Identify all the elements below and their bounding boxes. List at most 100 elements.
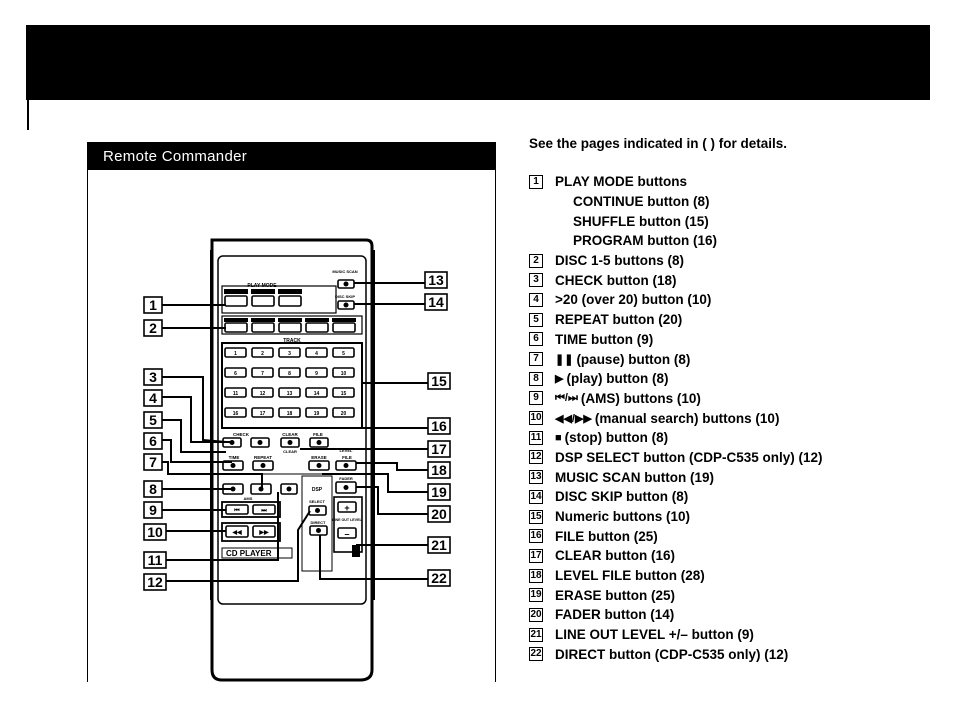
numeric-key-label: 16: [233, 411, 239, 417]
disc-4-button[interactable]: [305, 322, 329, 333]
numeric-key-label: 8: [288, 371, 291, 377]
music-scan-button-dot: [343, 281, 349, 287]
play-mode-program-button[interactable]: [278, 295, 302, 307]
play-mode-label-bar: [278, 289, 302, 294]
stop-icon: ■: [555, 431, 562, 444]
legend-number-box: 16: [529, 529, 543, 544]
clear-sub-label: CLEAR: [283, 449, 297, 454]
disc-2-button[interactable]: [251, 322, 275, 333]
legend-number-box: 5: [529, 312, 543, 327]
check-label: CHECK: [233, 432, 250, 437]
legend-text: PROGRAM button (16): [573, 233, 717, 249]
disc-skip-button-dot: [343, 302, 349, 308]
play-icon: ▶: [555, 373, 564, 386]
callout-number: 19: [431, 484, 447, 500]
callout-number: 8: [149, 481, 157, 497]
callout-number: 7: [149, 454, 157, 470]
time-label: TIME: [229, 455, 240, 460]
direct-label: DIRECT: [311, 520, 326, 525]
callout-number: 2: [149, 320, 157, 336]
legend-item: PROGRAM button (16): [529, 231, 823, 251]
legend-number-box: 2: [529, 253, 543, 268]
plus-label: +: [344, 503, 349, 513]
legend-text: FADER button (14): [555, 607, 675, 623]
numeric-key-label: 2: [261, 351, 264, 357]
numeric-key-label: 7: [261, 371, 264, 377]
cd-player-label: CD PLAYER: [226, 549, 272, 558]
numeric-key-label: 19: [314, 411, 320, 417]
legend-item: 11 ■ (stop) button (8): [529, 428, 823, 448]
legend-number-box: 3: [529, 273, 543, 288]
legend-text: (AMS) buttons (10): [580, 390, 701, 406]
callout-number: 22: [431, 570, 447, 586]
numeric-key-label: 1: [234, 351, 237, 357]
dsp-select-button-dot: [315, 508, 320, 513]
legend-item: 21 LINE OUT LEVEL +/– button (9): [529, 625, 823, 645]
callout-number: 10: [147, 524, 163, 540]
callout-number: 13: [428, 272, 444, 288]
disc-label-bar: [278, 318, 302, 322]
disc-5-button[interactable]: [332, 322, 356, 333]
pause-icon: ❚❚: [555, 353, 574, 366]
legend-number-box: 17: [529, 548, 543, 563]
disc-1-button[interactable]: [224, 322, 248, 333]
legend-number-box: 22: [529, 647, 543, 662]
clear-label: CLEAR: [282, 432, 298, 437]
disc-label-bar: [332, 318, 356, 322]
legend-item: 17 CLEAR button (16): [529, 546, 823, 566]
file-button-dot: [316, 440, 322, 445]
legend-text: TIME button (9): [555, 331, 654, 347]
minus-label: –: [344, 529, 349, 539]
rewind-icon: ◀◀: [231, 529, 242, 536]
intro-text: See the pages indicated in ( ) for detai…: [529, 136, 788, 151]
disc-skip-label: DISC SKIP: [335, 294, 355, 299]
repeat-button-dot: [260, 463, 266, 468]
legend-text: DISC SKIP button (8): [555, 489, 689, 505]
legend-text: (stop) button (8): [564, 430, 669, 446]
play-mode-label-bar: [251, 289, 275, 294]
legend-item: 1 PLAY MODE buttons: [529, 172, 823, 192]
legend-number-box: 15: [529, 509, 543, 524]
dsp-label: DSP: [312, 487, 323, 493]
callout-number: 14: [428, 294, 444, 310]
callout-number: 18: [431, 462, 447, 478]
legend-number-box: 9: [529, 391, 543, 406]
legend-number-box: 18: [529, 568, 543, 583]
select-label: SELECT: [309, 499, 325, 504]
fader-label: FADER: [339, 476, 353, 481]
legend-number-box: 6: [529, 332, 543, 347]
legend-number-box: 12: [529, 450, 543, 465]
fader-button-dot: [343, 485, 349, 490]
legend-item: 4 >20 (over 20) button (10): [529, 290, 823, 310]
callout-number: 12: [147, 574, 163, 590]
legend-number-box: 19: [529, 588, 543, 603]
legend-text: DSP SELECT button (CDP-C535 only) (12): [555, 449, 823, 465]
disc-label-bar: [224, 318, 248, 322]
legend-item: 18 LEVEL FILE button (28): [529, 566, 823, 586]
legend-number-box: 21: [529, 627, 543, 642]
numeric-key-label: 3: [288, 351, 291, 357]
callout-number: 6: [149, 433, 157, 449]
legend-text: ERASE button (25): [555, 587, 675, 603]
legend-item: 13 MUSIC SCAN button (19): [529, 467, 823, 487]
callout-number: 3: [149, 369, 157, 385]
legend-number-box: 14: [529, 489, 543, 504]
legend-text: LINE OUT LEVEL +/– button (9): [555, 627, 754, 643]
play-mode-continue-button[interactable]: [224, 295, 248, 307]
repeat-label: REPEAT: [254, 455, 272, 460]
legend-item: 15 Numeric buttons (10): [529, 507, 823, 527]
level-file-button-dot: [343, 463, 349, 468]
callout-number: 17: [431, 441, 447, 457]
legend-item: CONTINUE button (8): [529, 192, 823, 212]
ams-icon: ⏮/⏭: [555, 391, 578, 404]
play-mode-shuffle-button[interactable]: [251, 295, 275, 307]
legend-item: SHUFFLE button (15): [529, 211, 823, 231]
callout-number: 4: [149, 390, 157, 406]
callout-number: 1: [149, 297, 157, 313]
disc-3-button[interactable]: [278, 322, 302, 333]
line-out-level-label: LINE OUT LEVEL: [332, 518, 362, 522]
numeric-key-label: 12: [260, 391, 266, 397]
legend-number-box: 13: [529, 470, 543, 485]
legend-item: 19 ERASE button (25): [529, 585, 823, 605]
legend-text: DISC 1-5 buttons (8): [555, 253, 685, 269]
